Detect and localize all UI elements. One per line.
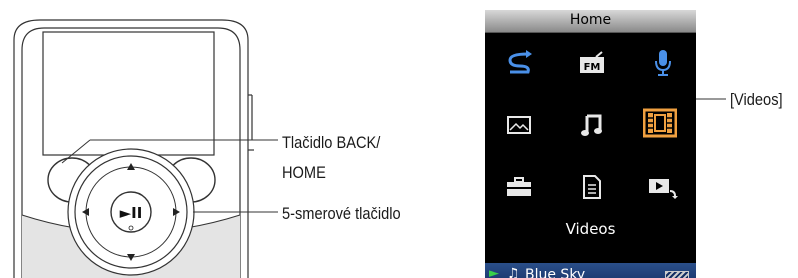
- shuffle-icon[interactable]: [499, 46, 539, 80]
- photo-icon[interactable]: [499, 108, 539, 142]
- music-icon[interactable]: [572, 108, 612, 142]
- device-screen: [42, 31, 215, 156]
- videos-label: [Videos]: [730, 90, 783, 109]
- settings-toolbox-icon[interactable]: [499, 170, 539, 204]
- back-home-label-line1: Tlačidlo BACK/: [282, 133, 381, 152]
- screen-title: Home: [569, 12, 612, 28]
- back-home-label-line2: HOME: [282, 163, 326, 182]
- microphone-icon[interactable]: [643, 46, 683, 80]
- status-bar: ► ♫ Blue Sky: [485, 263, 696, 278]
- play-status-icon: ►: [489, 266, 499, 278]
- video-film-icon[interactable]: [640, 106, 680, 140]
- play-pause-icon: ►II: [120, 204, 143, 222]
- now-playing-icon[interactable]: [643, 170, 683, 204]
- fm-radio-icon[interactable]: FM: [572, 46, 612, 80]
- now-playing-title: Blue Sky: [525, 267, 586, 278]
- five-way-label: 5-smerové tlačidlo: [282, 204, 401, 223]
- svg-text:FM: FM: [584, 62, 601, 73]
- battery-icon: [665, 271, 689, 278]
- music-note-icon: ♫: [507, 266, 520, 278]
- screen-header: Home: [485, 10, 696, 33]
- document-icon[interactable]: [572, 170, 612, 204]
- player-screen: Home FM Videos ► ♫ Blue Sky: [485, 10, 696, 278]
- selected-item-label: Videos: [565, 220, 616, 238]
